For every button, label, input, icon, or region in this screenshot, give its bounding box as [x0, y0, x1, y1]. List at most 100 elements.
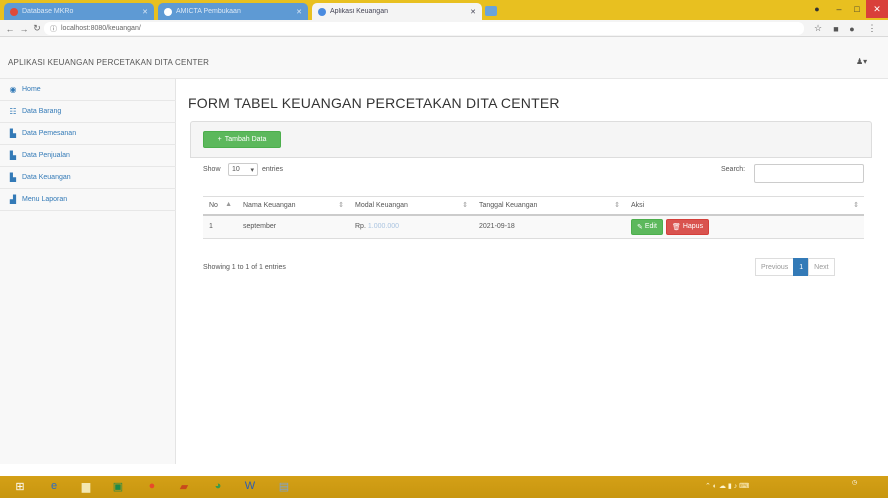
store-icon[interactable]: ▣	[110, 478, 126, 494]
browser-tab-active[interactable]: Aplikasi Keuangan ✕	[312, 3, 482, 20]
currency-prefix: Rp.	[355, 223, 366, 231]
sort-icon: ⇕	[338, 202, 344, 209]
edit-icon: ▙	[9, 151, 17, 160]
sidebar-item-label: Menu Laporan	[22, 196, 68, 203]
entries-length-value: 10	[232, 166, 240, 173]
column-header-label: Aksi	[631, 201, 645, 209]
db-icon	[10, 7, 18, 16]
sort-icon: ⇕	[462, 202, 468, 209]
next-page-button[interactable]: Next	[808, 258, 835, 276]
column-header-no[interactable]: No ▲	[203, 196, 237, 216]
file-explorer-icon[interactable]: ▆	[78, 478, 94, 494]
delete-button[interactable]: 🗑 Hapus	[665, 218, 710, 235]
plus-icon: +	[217, 136, 222, 143]
delete-label: Hapus	[682, 223, 704, 231]
tab-title: Aplikasi Keuangan	[330, 8, 388, 15]
column-header-aksi[interactable]: Aksi ⇕	[625, 196, 864, 216]
edit-icon: ✎	[637, 223, 643, 231]
column-header-modal[interactable]: Modal Keuangan ⇕	[349, 196, 473, 216]
close-icon[interactable]: ✕	[470, 8, 476, 16]
column-header-label: Tanggal Keuangan	[479, 201, 538, 209]
page-button[interactable]: 1	[793, 258, 810, 276]
sort-asc-icon: ▲	[225, 201, 232, 208]
column-header-nama[interactable]: Nama Keuangan ⇕	[237, 196, 349, 216]
cell-nama: september	[237, 214, 349, 239]
cell-aksi: ✎ Edit 🗑 Hapus	[625, 214, 864, 239]
back-icon[interactable]: ←	[4, 20, 16, 37]
firefox-icon[interactable]: ●	[144, 478, 160, 494]
user-menu[interactable]: ♟▾	[856, 57, 867, 66]
pagination: Previous 1 Next	[755, 258, 835, 276]
column-header-label: Modal Keuangan	[355, 201, 408, 209]
sidebar-item-label: Data Pemesanan	[22, 130, 77, 137]
column-header-label: Nama Keuangan	[243, 201, 296, 209]
forward-icon[interactable]: →	[18, 20, 30, 37]
column-header-label: No	[209, 201, 218, 209]
edge-icon[interactable]: e	[46, 478, 62, 494]
new-tab-button[interactable]	[485, 6, 497, 16]
table-row: 1 september Rp. 1.000.000 2021-09-18 ✎ Ed…	[203, 214, 864, 239]
profile-icon[interactable]: ●	[806, 0, 828, 18]
sidebar-item-label: Home	[22, 86, 41, 93]
extension-icon[interactable]: ■	[830, 20, 842, 37]
clock[interactable]: ◷	[852, 479, 857, 487]
app-icon[interactable]: ▤	[276, 478, 292, 494]
reload-icon[interactable]: ↻	[31, 20, 43, 37]
add-data-button[interactable]: + Tambah Data	[203, 131, 281, 148]
entries-label: entries	[262, 166, 284, 173]
chrome-icon[interactable]: ◕	[210, 478, 226, 494]
tab-title: Database MKRo	[22, 8, 74, 15]
word-icon[interactable]: W	[242, 478, 258, 494]
sidebar-item-data-pemesanan[interactable]: ▙ Data Pemesanan	[0, 123, 176, 145]
chrome-icon	[164, 7, 172, 16]
sidebar-item-label: Data Barang	[22, 108, 62, 115]
modal-value: 1.000.000	[367, 223, 400, 231]
cell-no: 1	[203, 214, 237, 239]
system-tray[interactable]: ⌃ ◐ ☁ ▮ ♪ ⌨	[705, 482, 749, 490]
info-icon: ⓘ	[50, 25, 57, 33]
table-info: Showing 1 to 1 of 1 entries	[203, 264, 286, 271]
sidebar-item-menu-laporan[interactable]: ▟ Menu Laporan	[0, 189, 176, 211]
app-icon[interactable]: ▰	[176, 478, 192, 494]
browser-tab[interactable]: Database MKRo ✕	[4, 3, 154, 20]
sidebar-item-data-penjualan[interactable]: ▙ Data Penjualan	[0, 145, 176, 167]
menu-icon[interactable]: ⋮	[866, 20, 878, 37]
chart-icon: ▟	[9, 195, 17, 204]
panel-heading	[190, 121, 872, 158]
clock-icon: ◷	[852, 480, 858, 486]
cell-modal: Rp. 1.000.000	[349, 214, 473, 239]
maximize-icon[interactable]: □	[848, 0, 866, 18]
trash-icon: 🗑	[671, 223, 681, 231]
previous-page-button[interactable]: Previous	[755, 258, 795, 276]
column-header-tanggal[interactable]: Tanggal Keuangan ⇕	[473, 196, 625, 216]
entries-length-select[interactable]: 10 ▾	[228, 163, 258, 176]
edit-icon: ▙	[9, 173, 17, 182]
keuangan-table: No ▲ Nama Keuangan ⇕ Modal Keuangan ⇕ Tangg…	[203, 196, 864, 239]
chrome-icon	[318, 7, 326, 16]
sidebar-item-label: Data Keuangan	[22, 174, 71, 181]
browser-tab[interactable]: AMICTA Pembukaan ✕	[158, 3, 308, 20]
search-input[interactable]	[754, 164, 864, 183]
page-title: FORM TABEL KEUANGAN PERCETAKAN DITA CENT…	[188, 95, 560, 111]
dashboard-icon: ◉	[9, 85, 17, 94]
window-close-icon[interactable]: ✕	[866, 0, 888, 18]
close-icon[interactable]: ✕	[142, 8, 148, 16]
app-brand[interactable]: APLIKASI KEUANGAN PERCETAKAN DITA CENTER	[8, 58, 209, 67]
sidebar-item-data-barang[interactable]: ☷ Data Barang	[0, 101, 176, 123]
address-bar[interactable]: ⓘ localhost:8080/keuangan/	[44, 22, 804, 35]
sidebar-item-home[interactable]: ◉ Home	[0, 79, 176, 101]
bookmark-star-icon[interactable]: ☆	[812, 20, 824, 37]
edit-icon: ▙	[9, 129, 17, 138]
sidebar-item-data-keuangan[interactable]: ▙ Data Keuangan	[0, 167, 176, 189]
extension-icon[interactable]: ●	[846, 20, 858, 37]
show-label: Show	[203, 166, 221, 173]
sort-icon: ⇕	[614, 202, 620, 209]
edit-label: Edit	[644, 223, 657, 231]
windows-start-icon[interactable]: ⊞	[12, 478, 28, 494]
edit-button[interactable]: ✎ Edit	[631, 218, 663, 235]
minimize-icon[interactable]: –	[830, 0, 848, 18]
tab-title: AMICTA Pembukaan	[176, 8, 241, 15]
close-icon[interactable]: ✕	[296, 8, 302, 16]
table-icon: ☷	[9, 107, 17, 116]
sort-icon: ⇕	[853, 202, 859, 209]
